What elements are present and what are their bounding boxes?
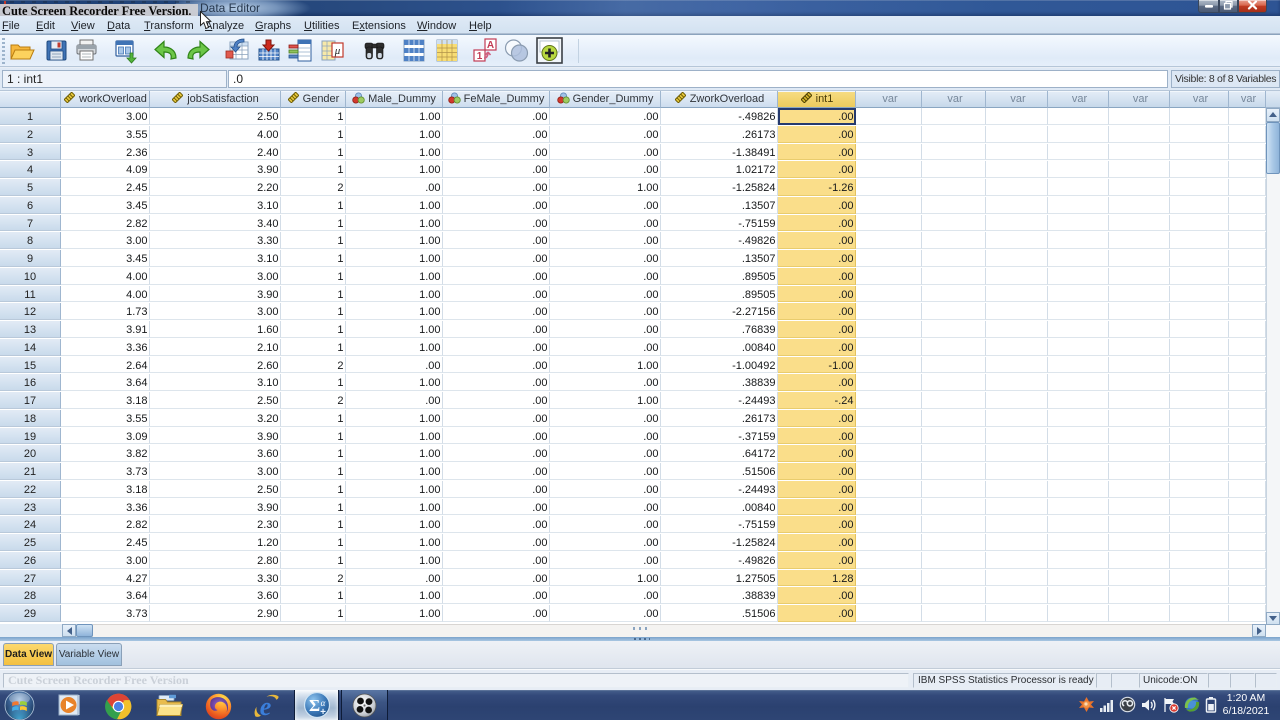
svg-text:A: A bbox=[487, 40, 494, 51]
svg-text:+: + bbox=[320, 707, 326, 718]
svg-text:e: e bbox=[260, 693, 272, 720]
svg-text:1: 1 bbox=[477, 51, 483, 62]
svg-text:μ: μ bbox=[334, 45, 341, 57]
svg-text:Σ: Σ bbox=[308, 696, 319, 715]
